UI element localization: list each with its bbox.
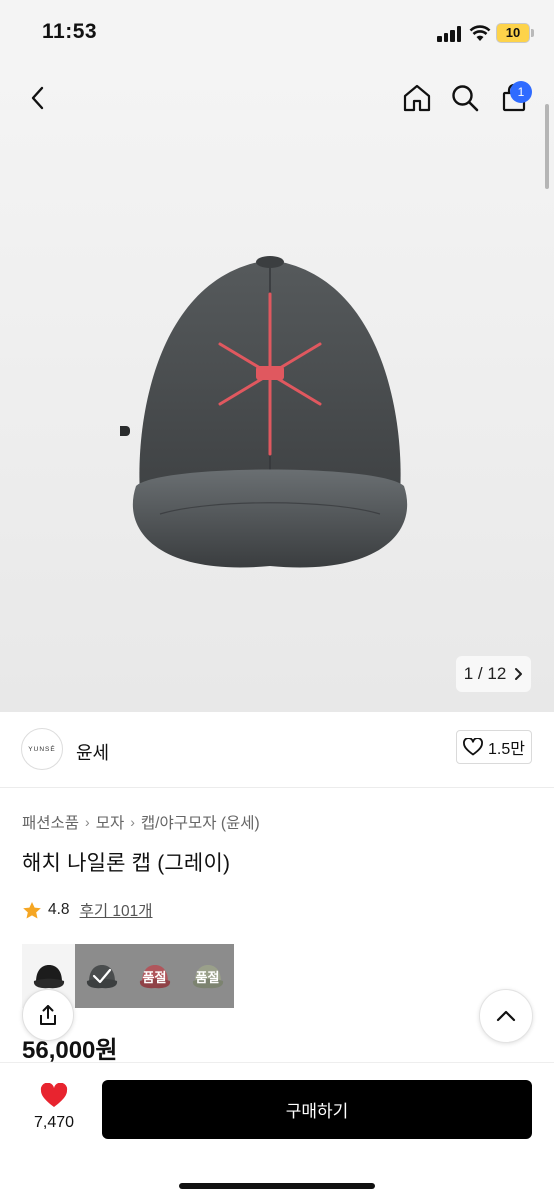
chevron-right-icon [515,668,523,680]
brand-like-count: 1.5만 [488,741,525,758]
brand-like-button[interactable]: 1.5만 [456,730,532,764]
gallery-page-indicator[interactable]: 1 / 12 [456,656,531,692]
breadcrumb-item[interactable]: 캡/야구모자 (윤세) [141,811,260,833]
scrollbar[interactable] [545,104,549,189]
search-button[interactable] [445,78,485,118]
brand-logo[interactable]: YUNSÉ [21,728,63,770]
heart-outline-icon [463,738,483,756]
home-indicator [179,1183,375,1189]
product-gallery[interactable]: 1 1 / 12 [0,64,554,712]
rating-value: 4.8 [48,901,70,918]
star-icon [23,901,41,918]
wishlist-button[interactable]: 7,470 [26,1083,82,1137]
wishlist-count: 7,470 [33,1114,75,1131]
breadcrumb: 패션소품 › 모자 › 캡/야구모자 (윤세) [22,811,260,833]
cart-count-badge: 1 [510,81,532,103]
gallery-page-text: 1 / 12 [463,664,507,683]
signal-icon [437,26,463,42]
soldout-label: 품절 [195,969,220,985]
brand-name[interactable]: 윤세 [76,739,109,765]
rating-row: 4.8 후기 101개 [22,899,153,921]
heart-filled-icon [40,1083,68,1107]
share-icon [40,1005,56,1025]
bottom-bar: 7,470 구매하기 [0,1062,554,1200]
buy-button[interactable]: 구매하기 [102,1080,532,1139]
color-option-gray[interactable] [75,944,128,1008]
search-icon [452,85,479,112]
battery-tip [531,29,534,37]
chevron-up-icon [496,1010,516,1022]
status-bar: 11:53 10 [0,0,554,64]
home-button[interactable] [397,78,437,118]
share-button[interactable] [22,989,74,1041]
status-time: 11:53 [42,20,98,43]
chevron-right-icon: › [85,814,90,830]
battery-indicator: 10 [496,23,530,43]
color-option-olive[interactable]: 품절 [181,944,234,1008]
product-title: 해치 나일론 캡 (그레이) [22,852,231,875]
soldout-label: 품절 [142,969,167,985]
home-icon [403,84,431,112]
cap-thumbnail [33,965,64,989]
checkmark-icon [92,968,111,984]
brand-row[interactable]: YUNSÉ 윤세 1.5만 [0,712,554,788]
breadcrumb-item[interactable]: 모자 [96,811,125,833]
breadcrumb-item[interactable]: 패션소품 [22,811,79,833]
scroll-to-top-button[interactable] [479,989,533,1043]
chevron-left-icon [31,86,44,110]
wifi-icon [469,25,491,41]
back-button[interactable] [18,78,58,118]
color-option-red[interactable]: 품절 [128,944,181,1008]
product-image [120,256,408,568]
review-link[interactable]: 후기 101개 [80,899,153,921]
chevron-right-icon: › [130,814,135,830]
